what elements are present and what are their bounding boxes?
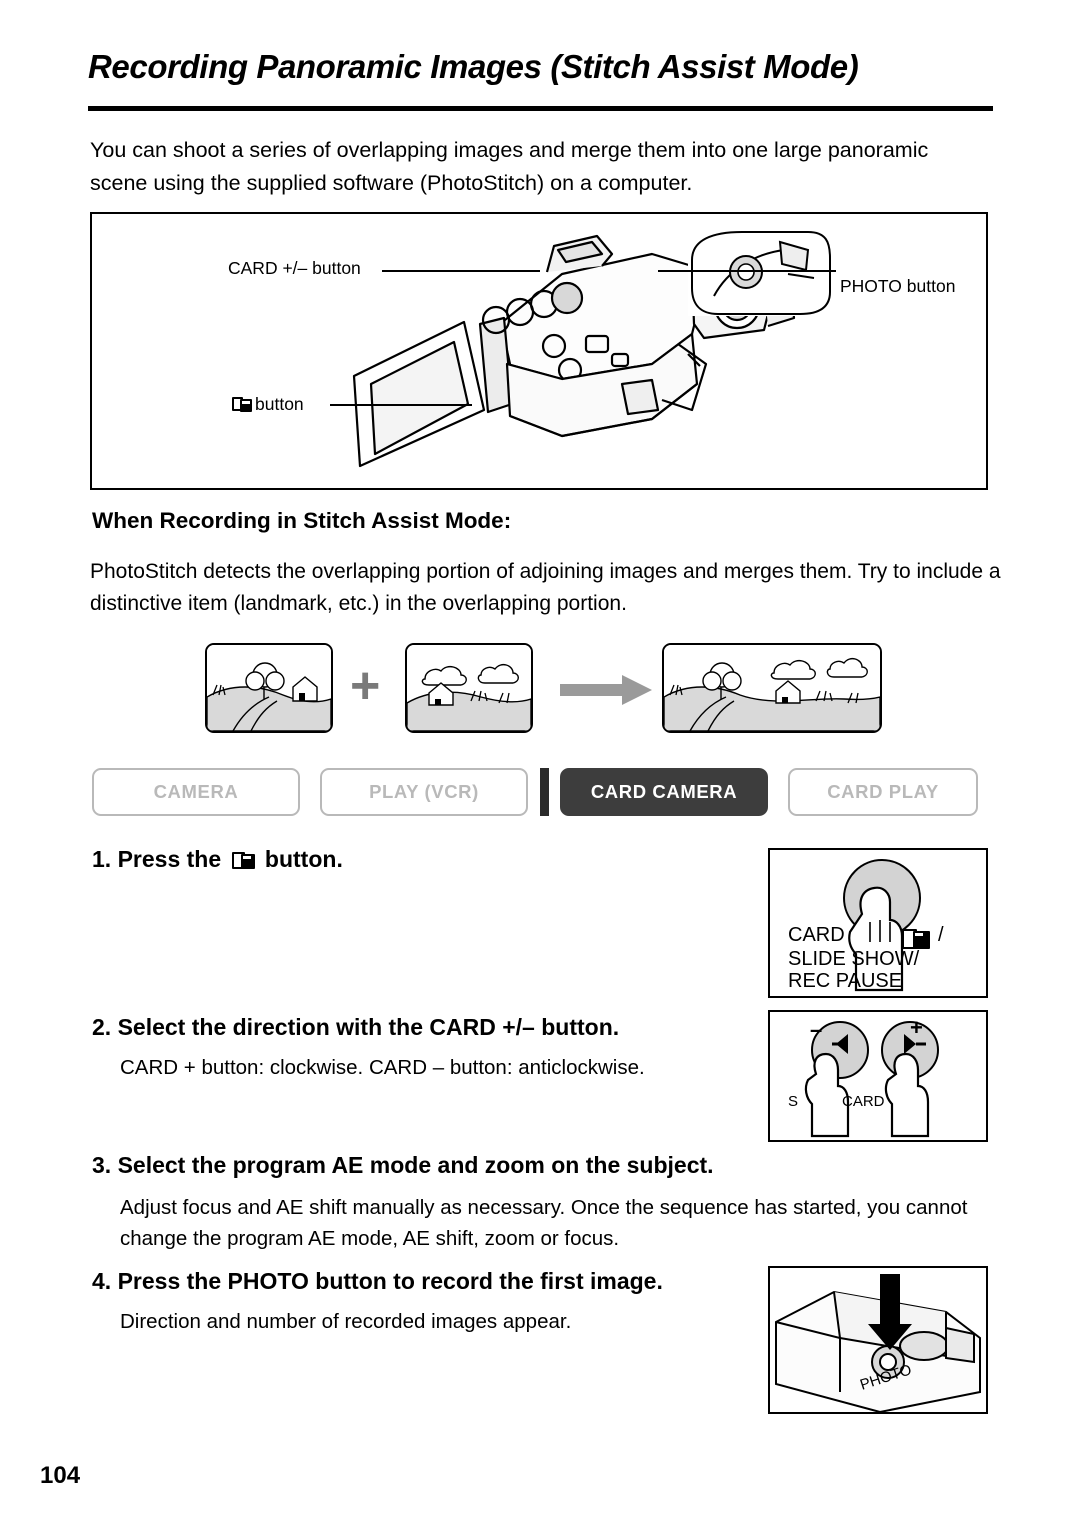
- mode-tabs: CAMERA PLAY (VCR) CARD CAMERA CARD PLAY: [92, 768, 978, 818]
- step-4-body: Direction and number of recorded images …: [120, 1310, 572, 1333]
- figure-label-card-button: CARD +/– button: [228, 258, 361, 278]
- plus-sign: +: [350, 657, 381, 715]
- step-4-heading: 4. Press the PHOTO button to record the …: [92, 1268, 663, 1295]
- step-4-text: Press the PHOTO button to record the fir…: [117, 1268, 663, 1294]
- scene-thumbnail-merged: [662, 643, 882, 733]
- step-3-heading: 3. Select the program AE mode and zoom o…: [92, 1152, 714, 1179]
- step-2-number: 2.: [92, 1014, 112, 1040]
- section-heading: When Recording in Stitch Assist Mode:: [92, 508, 512, 533]
- slideshow-label: SLIDE SHOW/: [788, 948, 920, 970]
- card-buttons-illustration: – + S CARD: [768, 1010, 988, 1142]
- step-3-number: 3.: [92, 1152, 112, 1178]
- tab-camera[interactable]: CAMERA: [92, 768, 300, 816]
- manual-page: Recording Panoramic Images (Stitch Assis…: [0, 0, 1080, 1533]
- step-3-text: Select the program AE mode and zoom on t…: [117, 1152, 714, 1178]
- plus-label: +: [910, 1015, 923, 1040]
- minus-label: –: [810, 1017, 823, 1042]
- step-2-heading: 2. Select the direction with the CARD +/…: [92, 1014, 619, 1041]
- figure-label-stitch-button: button: [232, 394, 304, 415]
- tab-card-camera-label: CARD CAMERA: [590, 781, 738, 802]
- leader-line-stitch: [330, 404, 472, 406]
- step-2-text: Select the direction with the CARD +/– b…: [117, 1014, 620, 1040]
- section-paragraph: PhotoStitch detects the overlapping port…: [90, 560, 1001, 615]
- title-rule: [88, 106, 993, 111]
- tab-card-play-label: CARD PLAY: [827, 781, 939, 802]
- tab-card-camera[interactable]: CARD CAMERA: [560, 768, 768, 816]
- card-label: CARD: [788, 924, 845, 946]
- intro-paragraph: You can shoot a series of overlapping im…: [90, 138, 929, 195]
- slash-separator: /: [938, 924, 944, 946]
- leader-line-photo: [658, 270, 836, 272]
- s-label: S: [788, 1093, 799, 1110]
- step-4-number: 4.: [92, 1268, 112, 1294]
- card-button-label: CARD: [842, 1093, 885, 1110]
- step-1-prefix: Press the: [117, 846, 222, 872]
- step-1-suffix: button.: [264, 846, 343, 872]
- merge-arrow-icon: [560, 675, 652, 705]
- scene-thumbnail-left: [205, 643, 333, 733]
- tab-card-play[interactable]: CARD PLAY: [788, 768, 978, 816]
- card-slideshow-illustration: CARD SLIDE SHOW/ REC PAUSE /: [768, 848, 988, 998]
- tab-group-divider: [540, 768, 549, 816]
- figure-label-photo-button: PHOTO button: [840, 276, 956, 296]
- step-1-heading: 1. Press the button.: [92, 846, 343, 873]
- rec-pause-label: REC PAUSE: [788, 970, 903, 992]
- camera-figure-box: CARD +/– button PHOTO button button: [90, 212, 988, 490]
- step-3-body: Adjust focus and AE shift manually as ne…: [120, 1196, 968, 1250]
- page-title: Recording Panoramic Images (Stitch Assis…: [88, 48, 859, 85]
- stitch-assist-icon: [232, 396, 252, 412]
- tab-play-vcr[interactable]: PLAY (VCR): [320, 768, 528, 816]
- step-1-number: 1.: [92, 846, 112, 872]
- tab-play-vcr-label: PLAY (VCR): [369, 781, 479, 802]
- photo-button-closeup: [688, 230, 834, 316]
- camcorder-illustration: [352, 234, 796, 468]
- photo-button-illustration: PHOTO: [768, 1266, 988, 1414]
- stitch-assist-icon: [231, 851, 255, 870]
- scene-thumbnail-middle: [405, 643, 533, 733]
- leader-line-card: [382, 270, 540, 272]
- page-title-wrap: Recording Panoramic Images (Stitch Assis…: [88, 46, 993, 88]
- step-2-body: CARD + button: clockwise. CARD – button:…: [120, 1056, 645, 1079]
- stitch-assist-icon: [902, 928, 930, 950]
- tab-camera-label: CAMERA: [153, 781, 239, 802]
- page-number: 104: [40, 1462, 81, 1489]
